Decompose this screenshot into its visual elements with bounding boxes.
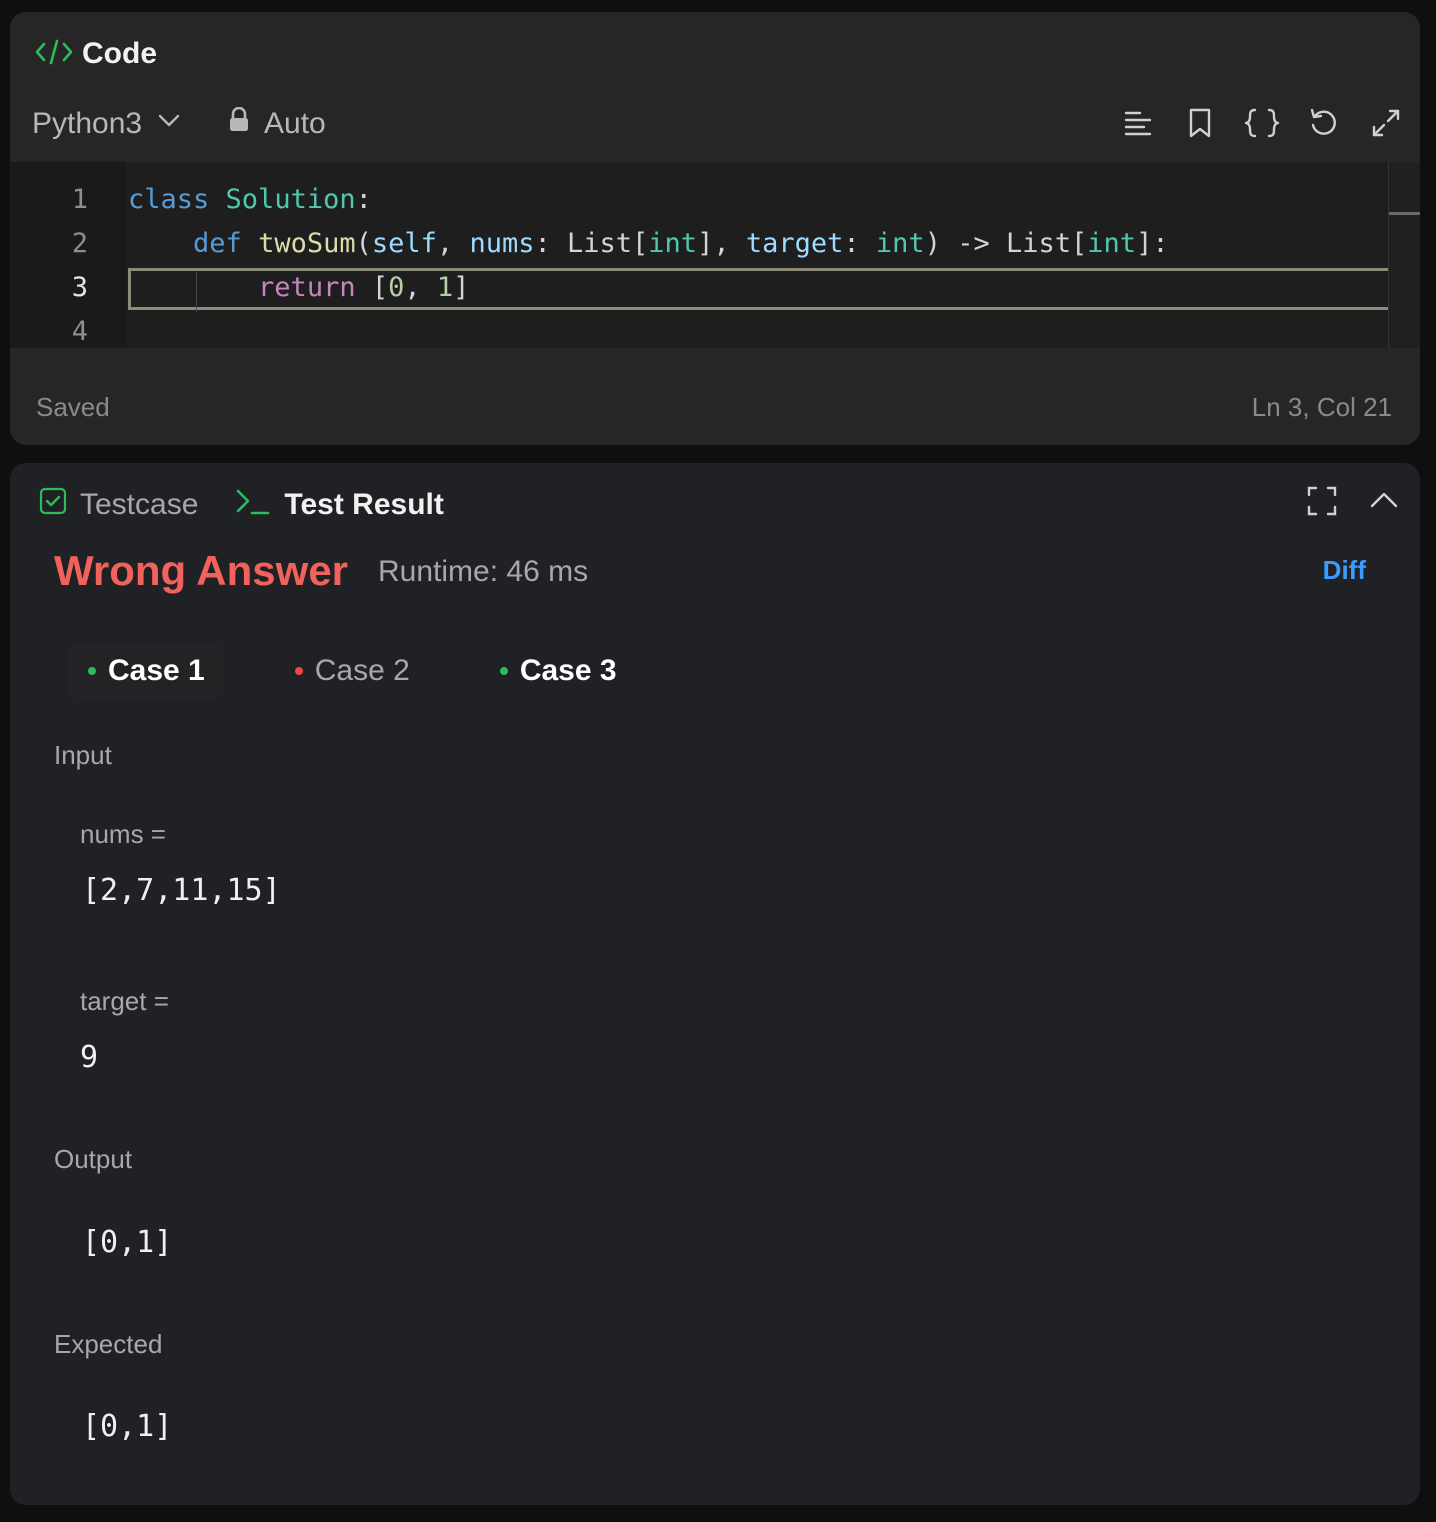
keyword: class <box>128 184 210 215</box>
type: List <box>1005 228 1072 259</box>
punctuation: : <box>355 184 372 215</box>
language-label: Python3 <box>32 107 143 140</box>
result-panel-icons <box>1304 483 1402 519</box>
lock-icon <box>228 106 250 141</box>
pass-dot-icon <box>499 667 508 675</box>
code-line-3: return [0, 1] <box>128 272 469 303</box>
tab-label: Testcase <box>80 488 199 521</box>
diff-button[interactable]: Diff <box>1323 555 1366 586</box>
fail-dot-icon <box>294 667 303 675</box>
case-tab-2[interactable]: Case 2 <box>275 643 430 699</box>
tab-test-result[interactable]: Test Result <box>234 486 444 524</box>
code-panel-title: Code <box>82 37 157 70</box>
checkbox-icon <box>38 486 68 524</box>
input-name: nums = <box>80 819 166 849</box>
keyword: def <box>193 228 242 259</box>
result-tabs: Testcase Test Result <box>38 483 444 527</box>
line-number-gutter: 1 2 3 4 <box>10 162 126 348</box>
code-line-1: class Solution: <box>128 184 372 215</box>
verdict-title: Wrong Answer <box>54 547 349 594</box>
input-label: Input <box>54 740 112 770</box>
editor-tool-icons <box>1120 105 1404 141</box>
chevron-down-icon <box>156 107 182 141</box>
case-label: Case 2 <box>314 654 410 687</box>
code-editor[interactable]: 1 2 3 4 class Solution: def twoSum(self,… <box>10 162 1420 348</box>
input-value: [2,7,11,15] <box>82 873 281 908</box>
reset-icon[interactable] <box>1306 105 1342 141</box>
expected-value: [0,1] <box>82 1409 173 1444</box>
line-number: 4 <box>71 316 88 347</box>
code-panel-header: Code <box>34 34 157 74</box>
input-name: target = <box>80 986 169 1016</box>
output-label: Output <box>54 1144 133 1174</box>
result-panel: Testcase Test Result Wrong Answer Runtim… <box>10 463 1420 1505</box>
param: target <box>745 228 844 259</box>
pass-dot-icon <box>88 667 96 675</box>
case-tab-3[interactable]: Case 3 <box>480 643 637 699</box>
cursor-position: Ln 3, Col 21 <box>1251 392 1392 422</box>
editor-toolbar: Python3 Auto <box>10 97 1420 157</box>
output-value: [0,1] <box>82 1225 173 1260</box>
case-label: Case 3 <box>519 654 617 687</box>
function-name: twoSum <box>258 228 356 259</box>
code-panel: Code Python3 Auto 1 2 3 4 class Solution… <box>10 12 1420 445</box>
arrow: -> <box>957 228 990 259</box>
line-number: 2 <box>71 228 88 259</box>
bracket: [ <box>371 272 389 303</box>
param: self <box>371 228 437 259</box>
scroll-thumb[interactable] <box>1389 212 1420 215</box>
tab-label: Test Result <box>284 488 444 521</box>
bracket: ] <box>453 272 470 303</box>
number: 1 <box>436 272 454 303</box>
separator: , <box>404 272 437 303</box>
braces-icon[interactable] <box>1244 105 1280 141</box>
line-number: 1 <box>71 184 88 215</box>
number: 0 <box>388 272 405 303</box>
code-line-2: def twoSum(self, nums: List[int], target… <box>193 228 1169 259</box>
input-value: 9 <box>80 1040 99 1075</box>
keyword: return <box>258 272 356 303</box>
case-label: Case 1 <box>108 654 205 687</box>
type: int <box>648 228 698 259</box>
param: nums <box>469 228 535 259</box>
type: List <box>566 228 633 259</box>
language-select[interactable]: Python3 <box>32 107 182 141</box>
type: int <box>875 228 925 259</box>
case-tabs: Case 1 Case 2 Case 3 <box>68 643 687 699</box>
editor-scrollbar[interactable] <box>1388 162 1420 348</box>
chevron-up-icon[interactable] <box>1366 483 1402 519</box>
save-status: Saved <box>36 392 110 422</box>
expand-icon[interactable] <box>1368 105 1404 141</box>
format-lines-icon[interactable] <box>1120 105 1156 141</box>
terminal-icon <box>234 486 272 524</box>
runtime-info: Runtime: 46 ms <box>378 555 589 588</box>
auto-mode[interactable]: Auto <box>228 106 326 141</box>
mode-label: Auto <box>264 107 326 140</box>
expected-label: Expected <box>54 1329 163 1359</box>
tab-testcase[interactable]: Testcase <box>38 486 198 524</box>
bookmark-icon[interactable] <box>1182 105 1218 141</box>
code-brackets-icon <box>34 37 74 72</box>
case-tab-1[interactable]: Case 1 <box>68 643 225 699</box>
class-name: Solution <box>225 184 356 215</box>
line-number: 3 <box>71 272 88 303</box>
fullscreen-icon[interactable] <box>1304 483 1340 519</box>
type: int <box>1087 228 1137 259</box>
